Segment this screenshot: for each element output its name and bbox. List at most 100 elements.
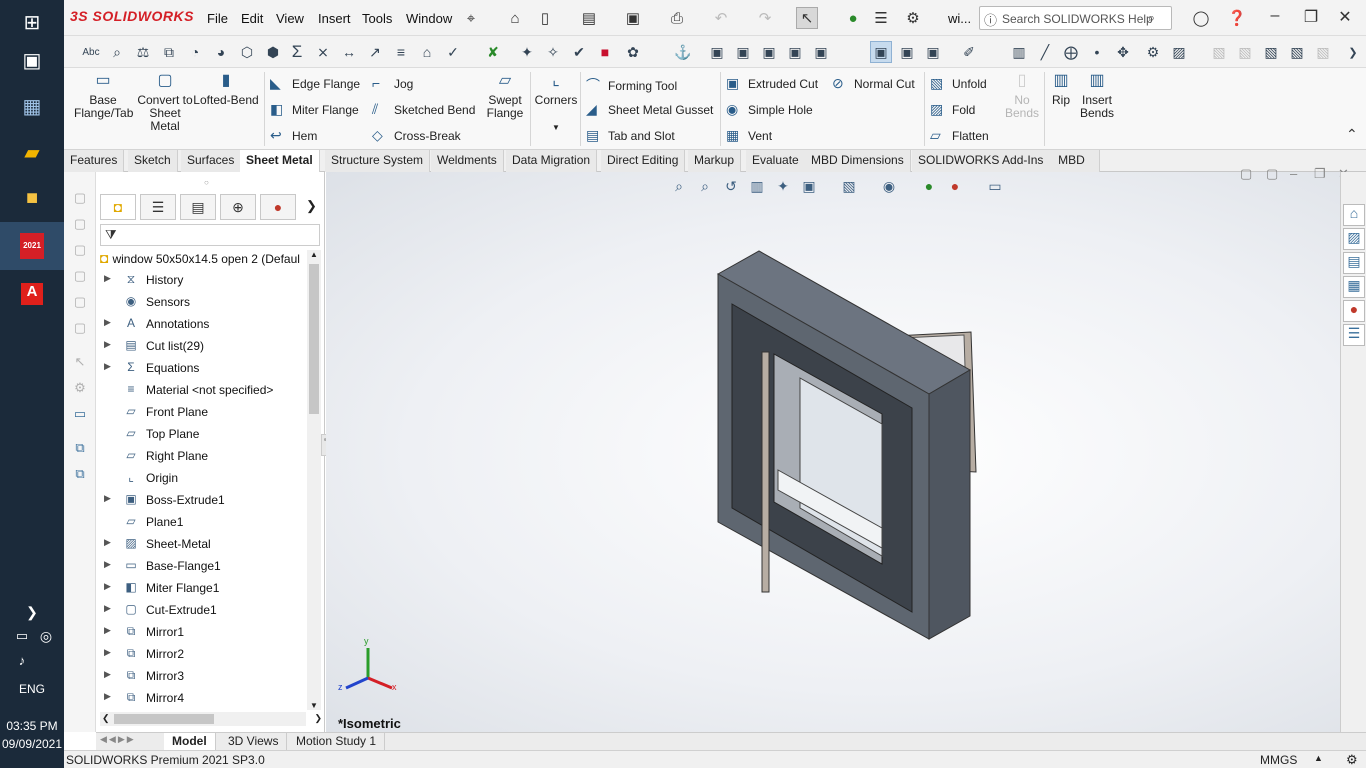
app-icon[interactable]: ▰ <box>0 130 64 174</box>
expand-arrow-icon[interactable]: ▶ <box>104 559 111 570</box>
pin-icon[interactable]: ⌖ <box>460 7 482 29</box>
expand-arrow-icon[interactable]: ▶ <box>104 273 111 284</box>
tab-direct-editing[interactable]: Direct Editing <box>601 150 686 172</box>
annotation-1-icon[interactable]: ▧ <box>1208 41 1230 63</box>
base-flange-button[interactable]: ▭ Base Flange/Tab <box>74 73 133 120</box>
tab-evaluate[interactable]: Evaluate <box>746 150 806 172</box>
select-pointer-icon[interactable]: ↖ <box>796 7 818 29</box>
tab-model[interactable]: Model <box>164 733 216 750</box>
units-dropdown-icon[interactable]: ▲ <box>1314 753 1323 763</box>
tree-item[interactable]: ▶ ⧉ Mirror1 <box>96 622 306 644</box>
cube-view-3-icon[interactable]: ▣ <box>758 41 780 63</box>
tab-3d-views[interactable]: 3D Views <box>220 733 288 750</box>
tree-item[interactable]: ▶ ▢ Cut-Extrude1 <box>96 600 306 622</box>
geometry-analysis-icon[interactable]: ⬢ <box>262 41 284 63</box>
fold-button[interactable]: ▨ Fold <box>930 101 975 118</box>
isometric-view-icon[interactable]: ▣ <box>870 41 892 63</box>
strip-tool-4-icon[interactable]: ▢ <box>70 268 90 288</box>
volume-icon[interactable]: ♪ <box>0 638 54 682</box>
miter-flange-button[interactable]: ◧ Miter Flange <box>270 101 359 118</box>
horizontal-scroll-thumb[interactable] <box>114 714 214 724</box>
tree-item[interactable]: ▶ ▤ Cut list(29) <box>96 336 306 358</box>
tab-surfaces[interactable]: Surfaces <box>181 150 242 172</box>
dimxpert-tab-icon[interactable]: ⊕ <box>220 194 256 220</box>
cube-view-7-icon[interactable]: ▣ <box>922 41 944 63</box>
symmetry-check-icon[interactable]: ⌂ <box>416 41 438 63</box>
tree-filter[interactable]: ⧩ <box>100 224 320 246</box>
scroll-down-icon[interactable]: ▼ <box>310 701 318 710</box>
no-bends-button[interactable]: ▯ No Bends <box>1002 73 1042 120</box>
tab-motion-study[interactable]: Motion Study 1 <box>288 733 386 750</box>
tree-vertical-scrollbar[interactable]: ▲ ▼ <box>307 250 321 710</box>
expand-arrow-icon[interactable]: ▶ <box>104 581 111 592</box>
scroll-up-icon[interactable]: ▲ <box>310 250 318 259</box>
print-icon[interactable]: ⎙ <box>666 7 688 29</box>
error-check-icon[interactable]: ■ <box>594 41 616 63</box>
search-help-input[interactable]: ⓘ Search SOLIDWORKS Help ⌕ <box>979 6 1172 30</box>
insert-bends-button[interactable]: ▥ Insert Bends <box>1076 73 1118 120</box>
sheet-metal-gusset-button[interactable]: ◢ Sheet Metal Gusset <box>586 101 713 118</box>
toolbar-overflow-icon[interactable]: ❯ <box>1342 41 1364 63</box>
tab-sheet-metal[interactable]: Sheet Metal <box>240 150 320 172</box>
section-properties-icon[interactable]: ⧉ <box>158 41 180 63</box>
calculator-icon[interactable]: ▦ <box>0 84 64 128</box>
solidworks-taskbar-icon[interactable]: 2021 <box>0 222 64 270</box>
tab-solidworks-add-ins[interactable]: SOLIDWORKS Add-Ins <box>912 150 1051 172</box>
minimize-button[interactable]: – <box>1260 7 1290 29</box>
annotation-3-icon[interactable]: ▧ <box>1260 41 1282 63</box>
lofted-bend-button[interactable]: ▮ Lofted-Bend <box>192 73 260 107</box>
feature-manager-tab-icon[interactable]: ◘ <box>100 194 136 220</box>
check-active-icon[interactable]: ✔ <box>568 41 590 63</box>
rip-button[interactable]: ▥ Rip <box>1048 73 1074 107</box>
tab-and-slot-button[interactable]: ▤ Tab and Slot <box>586 127 675 144</box>
panel-grip-icon[interactable]: ○ <box>204 178 209 187</box>
menu-edit[interactable]: Edit <box>241 11 263 26</box>
tree-item[interactable]: ▶ ▣ Boss-Extrude1 <box>96 490 306 512</box>
menu-view[interactable]: View <box>276 11 304 26</box>
tree-item[interactable]: ▱ Plane1 <box>96 512 306 534</box>
expand-arrow-icon[interactable]: ▶ <box>104 537 111 548</box>
compare-icon[interactable]: ✓ <box>442 41 464 63</box>
sensor-icon[interactable]: ◔ <box>184 41 206 63</box>
tab-features[interactable]: Features <box>64 150 125 172</box>
section-plane-icon[interactable]: ▥ <box>1008 41 1030 63</box>
units-selector[interactable]: MMGS <box>1260 753 1297 767</box>
sketched-bend-button[interactable]: ⫽ Sketched Bend <box>372 101 475 118</box>
menu-insert[interactable]: Insert <box>318 11 351 26</box>
insert-anchor-icon[interactable]: ⚓ <box>672 41 694 63</box>
view-palette-icon[interactable]: ▦ <box>1343 276 1365 298</box>
undercut-icon[interactable]: ↗ <box>364 41 386 63</box>
file-properties-icon[interactable]: ☰ <box>870 7 892 29</box>
corners-button[interactable]: ⌞ Corners ▼ <box>534 73 578 134</box>
tree-item[interactable]: ▶ ⧉ Mirror4 <box>96 688 306 710</box>
tree-item[interactable]: ≡ Material <not specified> <box>96 380 306 402</box>
tab-nav-arrows-icon[interactable]: ◀◀▶▶ <box>100 734 136 745</box>
acrobat-icon[interactable]: A <box>0 272 64 316</box>
expand-arrow-icon[interactable]: ▶ <box>104 603 111 614</box>
vertical-scroll-thumb[interactable] <box>309 264 319 414</box>
strip-tool-6-icon[interactable]: ▢ <box>70 320 90 340</box>
statistics-icon[interactable]: ◕ <box>210 41 232 63</box>
window-frame-model[interactable] <box>326 172 1340 712</box>
assembly-icon[interactable]: ⚙ <box>1142 41 1164 63</box>
hem-button[interactable]: ↩ Hem <box>270 127 317 144</box>
clock-time[interactable]: 03:35 PM <box>0 719 64 733</box>
appearances-icon[interactable]: ● <box>1343 300 1365 322</box>
forming-tool-button[interactable]: ⌒ Forming Tool <box>586 75 677 95</box>
tab-mbd-dimensions[interactable]: MBD Dimensions <box>805 150 911 172</box>
tree-item[interactable]: ▱ Right Plane <box>96 446 306 468</box>
redo-icon[interactable]: ↷ <box>754 7 776 29</box>
tree-item[interactable]: ▶ Σ Equations <box>96 358 306 380</box>
configuration-manager-tab-icon[interactable]: ▤ <box>180 194 216 220</box>
component-icon[interactable]: ▨ <box>1168 41 1190 63</box>
tab-structure-system[interactable]: Structure System <box>325 150 431 172</box>
file-explorer-pane-icon[interactable]: ▤ <box>1343 252 1365 274</box>
menu-file[interactable]: File <box>207 11 228 26</box>
customize-status-icon[interactable]: ⚙ <box>1346 752 1358 768</box>
options-gear-icon[interactable]: ⚙ <box>902 7 924 29</box>
tree-item[interactable]: ▱ Top Plane <box>96 424 306 446</box>
scroll-right-icon[interactable]: ❯ <box>314 713 322 724</box>
home-icon[interactable]: ⌂ <box>504 7 526 29</box>
design-library-icon[interactable]: ▨ <box>1343 228 1365 250</box>
extruded-cut-button[interactable]: ▣ Extruded Cut <box>726 75 818 92</box>
